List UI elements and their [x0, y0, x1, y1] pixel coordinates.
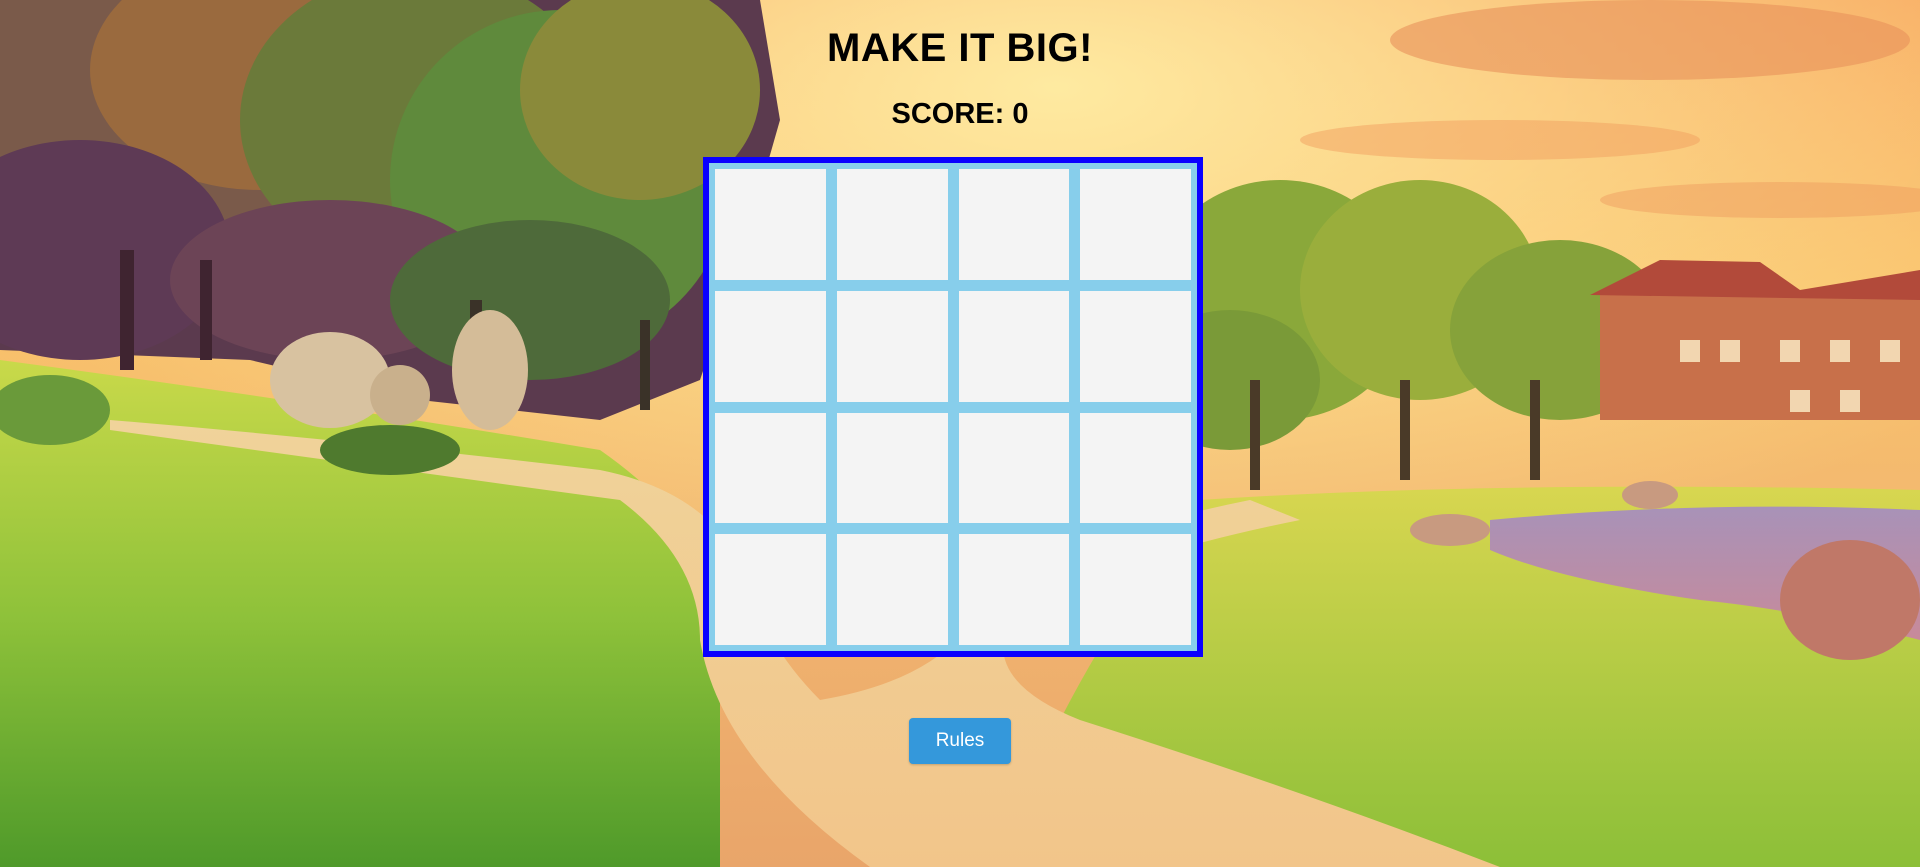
- board-tile: [836, 169, 948, 280]
- rules-button[interactable]: Rules: [909, 718, 1011, 764]
- board-tile: [715, 290, 826, 402]
- game-board[interactable]: [703, 157, 1203, 657]
- score-display: SCORE: 0: [0, 98, 1920, 131]
- board-tile: [715, 169, 826, 280]
- board-tile: [715, 534, 826, 645]
- board-tile: [958, 169, 1070, 280]
- board-tile: [1080, 534, 1191, 645]
- board-tile: [715, 412, 826, 524]
- score-label: SCORE:: [891, 98, 1005, 130]
- score-value: 0: [1012, 98, 1029, 130]
- board-tile: [836, 412, 948, 524]
- board-tile: [1080, 290, 1191, 402]
- board-tile: [958, 534, 1070, 645]
- board-tile: [836, 534, 948, 645]
- board-tile: [1080, 412, 1191, 524]
- game-title: MAKE IT BIG!: [827, 26, 1093, 70]
- board-tile: [958, 290, 1070, 402]
- board-tile: [1080, 169, 1191, 280]
- board-tile: [958, 412, 1070, 524]
- board-tile: [836, 290, 948, 402]
